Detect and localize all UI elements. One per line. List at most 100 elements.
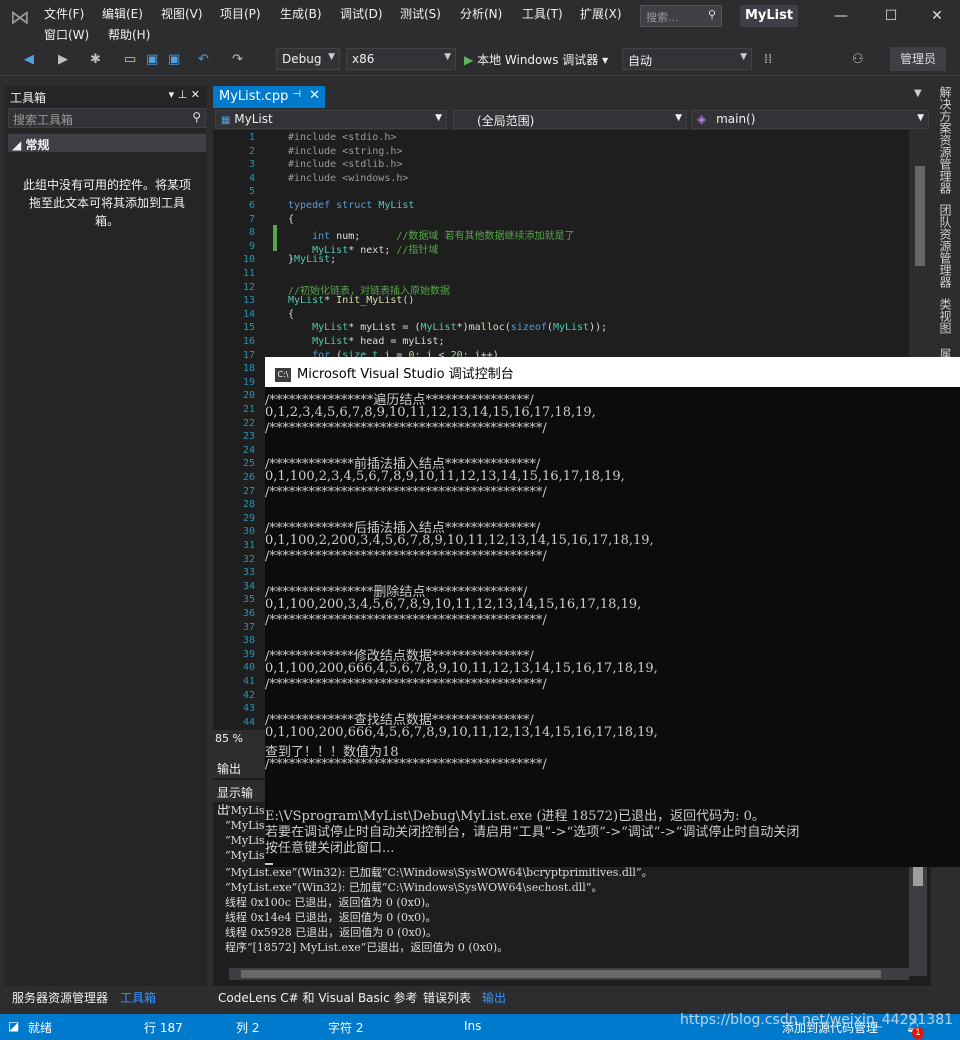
menu-test[interactable]: 测试(S) <box>400 5 441 22</box>
code-line: }MyList; <box>288 254 337 266</box>
menu-window[interactable]: 窗口(W) <box>44 26 89 43</box>
menu-project[interactable]: 项目(P) <box>220 5 261 22</box>
line-number: 7 <box>248 213 255 225</box>
tab-toolbox[interactable]: 工具箱 <box>114 986 163 1008</box>
code-line: #include <stdio.h> <box>288 132 397 143</box>
member-value: main() <box>716 112 756 126</box>
notification-count: 1 <box>912 1027 924 1039</box>
zoom-level[interactable]: 85 % <box>213 730 265 750</box>
line-number: 8 <box>248 227 255 239</box>
close-icon[interactable]: ✕ <box>922 6 952 26</box>
toolbox-group-general[interactable]: ◢ 常规 <box>8 134 206 152</box>
title-bar: ⋈ 文件(F) 编辑(E) 视图(V) 项目(P) 生成(B) 调试(D) 测试… <box>0 0 960 44</box>
forward-icon[interactable]: ▶ <box>58 50 68 70</box>
console-line: /***************************************… <box>265 613 547 628</box>
start-debugging-label: 本地 Windows 调试器 <box>477 53 599 67</box>
close-tab-icon[interactable]: ✕ <box>309 88 320 103</box>
scope-select[interactable]: (全局范围) ▼ <box>453 110 687 129</box>
menu-tools[interactable]: 工具(T) <box>522 5 563 22</box>
console-line: /***************************************… <box>265 757 547 772</box>
side-tab-class-view[interactable]: 类视图 <box>937 298 954 334</box>
console-line: /***************************************… <box>265 677 547 692</box>
live-share-icon[interactable]: ⚇ <box>852 50 864 70</box>
status-insert-mode: Ins <box>464 1019 482 1033</box>
member-select[interactable]: ◈ main() ▼ <box>691 110 929 129</box>
line-number: 24 <box>242 444 255 456</box>
line-number: 5 <box>248 186 255 198</box>
scope-value: (全局范围) <box>477 114 535 128</box>
save-all-icon[interactable]: ▣ <box>168 50 180 70</box>
menu-file[interactable]: 文件(F) <box>44 5 84 22</box>
tab-label: MyList.cpp <box>219 89 289 104</box>
search-input[interactable]: 搜索... ⚲ <box>640 5 722 27</box>
project-select[interactable]: ▦ MyList ▼ <box>215 110 447 129</box>
project-value: MyList <box>234 112 273 126</box>
toolbox-group-label: 常规 <box>25 138 50 152</box>
menu-view[interactable]: 视图(V) <box>161 5 203 22</box>
chevron-down-icon: ▼ <box>435 113 442 123</box>
redo-icon[interactable]: ↷ <box>232 50 243 70</box>
console-line: 0,1,100,200,666,4,5,6,7,8,9,10,11,12,13,… <box>265 725 658 740</box>
toolbox-search-input[interactable]: 搜索工具箱 ⚲ <box>8 108 206 128</box>
menu-debug[interactable]: 调试(D) <box>340 5 383 22</box>
editor-vertical-scrollbar[interactable] <box>909 130 931 360</box>
tab-server-explorer[interactable]: 服务器资源管理器 <box>6 986 114 1008</box>
menu-build[interactable]: 生成(B) <box>280 5 322 22</box>
line-number: 23 <box>242 431 255 443</box>
save-icon[interactable]: ▣ <box>146 50 158 70</box>
line-number: 37 <box>242 621 255 633</box>
side-tab-team-explorer[interactable]: 团队资源管理器 <box>937 204 954 288</box>
line-number: 9 <box>248 240 255 252</box>
console-line: 0,1,100,2,200,3,4,5,6,7,8,9,10,11,12,13,… <box>265 533 654 548</box>
debug-console[interactable]: /****************遍历结点****************/0,… <box>265 387 960 867</box>
navigation-bar: ▦ MyList ▼ (全局范围) ▼ ◈ main() ▼ <box>213 108 931 130</box>
side-tab-solution-explorer[interactable]: 解决方案资源管理器 <box>937 86 954 194</box>
console-line: 0,1,2,3,4,5,6,7,8,9,10,11,12,13,14,15,16… <box>265 405 596 420</box>
undo-icon[interactable]: ↶ <box>198 50 209 70</box>
menu-analyze[interactable]: 分析(N) <box>460 5 502 22</box>
maximize-icon[interactable]: ☐ <box>876 6 906 26</box>
configuration-select[interactable]: Debug ▼ <box>276 48 340 70</box>
output-line: 线程 0x5928 已退出，返回值为 0 (0x0)。 <box>225 926 437 939</box>
panel-controls-icon[interactable]: ▾ ⊥ ✕ <box>169 88 200 101</box>
console-line: 0,1,100,200,666,4,5,6,7,8,9,10,11,12,13,… <box>265 661 658 676</box>
toolbar-options-icon[interactable]: ⁞⁞ <box>764 50 772 70</box>
run-mode-select[interactable]: 自动 ▼ <box>622 48 752 70</box>
scrollbar-thumb[interactable] <box>913 866 923 886</box>
tab-output[interactable]: 输出 <box>476 986 512 1008</box>
tab-overflow-icon[interactable]: ▼ <box>914 88 922 99</box>
menu-extensions[interactable]: 扩展(X) <box>580 5 622 22</box>
line-number: 21 <box>242 404 255 415</box>
tab-error-list[interactable]: 错误列表 <box>417 986 477 1008</box>
platform-select[interactable]: x86 ▼ <box>346 48 456 70</box>
line-number: 2 <box>248 145 255 157</box>
tab-mylist-cpp[interactable]: MyList.cpp ⊣ ✕ <box>213 86 325 108</box>
console-app-icon: C:\ <box>275 367 291 382</box>
pin-icon[interactable]: ⊣ <box>292 89 301 100</box>
play-icon: ▶ <box>464 53 474 67</box>
output-line: “MyLis <box>225 849 265 862</box>
console-line: 按任意键关闭此窗口... <box>265 841 395 856</box>
toolbox-search-placeholder: 搜索工具箱 <box>13 113 74 127</box>
scrollbar-thumb[interactable] <box>915 166 925 266</box>
output-horizontal-scrollbar[interactable] <box>229 968 909 980</box>
minimize-icon[interactable]: — <box>826 6 856 26</box>
output-line: 线程 0x100c 已退出，返回值为 0 (0x0)。 <box>225 896 437 909</box>
open-folder-icon[interactable]: ▭ <box>124 50 136 70</box>
start-debugging-button[interactable]: ▶ 本地 Windows 调试器 ▾ <box>464 50 608 70</box>
menu-help[interactable]: 帮助(H) <box>108 26 150 43</box>
back-icon[interactable]: ◀ <box>24 50 34 70</box>
code-line: MyList* myList = (MyList*)malloc(sizeof(… <box>312 322 608 334</box>
line-number: 3 <box>248 159 255 171</box>
tab-codelens[interactable]: CodeLens C# 和 Visual Basic 参考 <box>212 986 424 1008</box>
chevron-down-icon: ▼ <box>740 52 747 62</box>
menu-edit[interactable]: 编辑(E) <box>102 5 143 22</box>
new-project-icon[interactable]: ✱ <box>90 50 101 70</box>
code-line: #include <string.h> <box>288 145 403 157</box>
line-number: 30 <box>242 526 255 538</box>
chevron-down-icon: ▼ <box>328 52 335 62</box>
scrollbar-thumb[interactable] <box>241 970 881 978</box>
visual-studio-logo-icon: ⋈ <box>10 5 30 29</box>
line-number: 41 <box>242 676 255 687</box>
changed-lines-marker <box>273 225 277 251</box>
